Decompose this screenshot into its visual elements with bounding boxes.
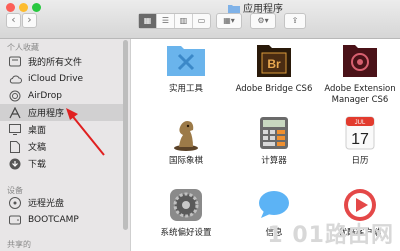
share-button[interactable]: ⇪ bbox=[284, 13, 306, 29]
app-label: Adobe Extension Manager CS6 bbox=[324, 84, 396, 105]
sidebar-item-label: 应用程序 bbox=[28, 109, 65, 119]
gear-icon: ⚙▾ bbox=[257, 16, 269, 25]
app-item-system-preferences[interactable]: 系统偏好设置 bbox=[139, 185, 233, 239]
app-item-calculator[interactable]: 计算器 bbox=[227, 113, 321, 167]
disk-icon bbox=[8, 214, 22, 226]
sidebar-item-bootcamp[interactable]: BOOTCAMP bbox=[0, 211, 123, 228]
window-title: 应用程序 bbox=[228, 0, 283, 15]
app-label: 系统偏好设置 bbox=[160, 228, 212, 238]
watermark-text: 1 01路由网 bbox=[267, 223, 394, 248]
back-icon: ‹ bbox=[11, 13, 16, 26]
zoom-button[interactable] bbox=[32, 3, 41, 12]
app-item-calendar[interactable]: JUL 17 日历 bbox=[313, 113, 400, 167]
icon-view-button[interactable]: ▦ bbox=[139, 14, 157, 28]
app-item-chess[interactable]: 国际象棋 bbox=[139, 113, 233, 167]
sidebar-item-downloads[interactable]: 下载 bbox=[0, 155, 123, 172]
sidebar-scrollbar[interactable] bbox=[123, 40, 128, 230]
app-label: Adobe Bridge CS6 bbox=[235, 84, 313, 94]
sidebar-item-remote-disc[interactable]: 远程光盘 bbox=[0, 194, 123, 211]
file-grid: 实用工具 Br Adobe Bridge CS6 Adobe Extension… bbox=[131, 39, 400, 251]
sidebar-item-desktop[interactable]: 桌面 bbox=[0, 121, 123, 138]
utilities-folder-icon bbox=[166, 41, 206, 81]
sidebar-item-label: BOOTCAMP bbox=[28, 214, 79, 225]
disc-icon bbox=[8, 196, 22, 209]
system-preferences-icon bbox=[166, 185, 206, 225]
window-title-label: 应用程序 bbox=[243, 4, 283, 15]
view-mode-segmented-control: ▦ ☰ ▥ ▭ bbox=[138, 13, 211, 29]
shared-section-title: 共享的 bbox=[7, 240, 31, 249]
calculator-icon bbox=[254, 113, 294, 153]
svg-text:17: 17 bbox=[351, 131, 369, 148]
downloads-icon bbox=[8, 158, 22, 170]
app-label: 国际象棋 bbox=[168, 156, 203, 166]
sidebar-item-label: 文稿 bbox=[28, 143, 47, 153]
applications-icon bbox=[8, 106, 22, 119]
calendar-icon: JUL 17 bbox=[340, 113, 380, 153]
sidebar-item-applications[interactable]: 应用程序 bbox=[0, 104, 123, 121]
adobe-extension-manager-icon bbox=[340, 41, 380, 81]
arrange-button[interactable]: ▦▾ bbox=[216, 13, 242, 29]
favorites-section-title: 个人收藏 bbox=[7, 43, 39, 52]
folder-icon bbox=[228, 4, 240, 13]
sidebar-item-all-files[interactable]: 我的所有文件 bbox=[0, 53, 123, 70]
app-label: 实用工具 bbox=[168, 84, 203, 94]
app-label: 日历 bbox=[351, 156, 369, 166]
app-item-adobe-bridge[interactable]: Br Adobe Bridge CS6 bbox=[227, 41, 321, 95]
svg-text:Br: Br bbox=[267, 57, 281, 71]
action-button[interactable]: ⚙▾ bbox=[250, 13, 276, 29]
cloud-icon bbox=[8, 73, 22, 85]
documents-icon bbox=[8, 140, 22, 153]
sidebar-item-label: 远程光盘 bbox=[28, 199, 65, 209]
chess-icon bbox=[166, 113, 206, 153]
all-files-icon bbox=[8, 56, 22, 68]
airdrop-icon bbox=[8, 90, 22, 102]
sidebar-item-label: AirDrop bbox=[28, 90, 63, 101]
finder-window: ‹ › ▦ ☰ ▥ ▭ ▦▾ ⚙▾ ⇪ 应用程序 个人收藏 我的所有文件 iCl… bbox=[0, 0, 400, 251]
app-item-utilities[interactable]: 实用工具 bbox=[139, 41, 233, 95]
share-icon: ⇪ bbox=[291, 16, 299, 25]
desktop-icon bbox=[8, 124, 22, 136]
sidebar-item-icloud-drive[interactable]: iCloud Drive bbox=[0, 70, 123, 87]
sidebar-item-label: 我的所有文件 bbox=[28, 58, 83, 68]
forward-icon: › bbox=[27, 13, 32, 26]
sidebar: 个人收藏 我的所有文件 iCloud Drive AirDrop 应用程序 桌面… bbox=[0, 39, 131, 251]
adobe-bridge-icon: Br bbox=[254, 41, 294, 81]
sidebar-item-label: iCloud Drive bbox=[28, 73, 84, 84]
back-button[interactable]: ‹ bbox=[6, 13, 21, 28]
svg-text:JUL: JUL bbox=[355, 120, 366, 126]
column-view-button[interactable]: ▥ bbox=[175, 14, 193, 28]
close-button[interactable] bbox=[6, 3, 15, 12]
sidebar-item-documents[interactable]: 文稿 bbox=[0, 138, 123, 155]
sidebar-item-label: 下载 bbox=[28, 160, 47, 170]
sidebar-item-label: 桌面 bbox=[28, 126, 47, 136]
list-view-button[interactable]: ☰ bbox=[157, 14, 175, 28]
app-label: 计算器 bbox=[261, 156, 287, 166]
arrange-icon: ▦▾ bbox=[223, 16, 235, 25]
sidebar-item-airdrop[interactable]: AirDrop bbox=[0, 87, 123, 104]
forward-button[interactable]: › bbox=[22, 13, 37, 28]
toolbar: ‹ › ▦ ☰ ▥ ▭ ▦▾ ⚙▾ ⇪ 应用程序 bbox=[0, 0, 400, 39]
minimize-button[interactable] bbox=[19, 3, 28, 12]
cover-flow-view-button[interactable]: ▭ bbox=[193, 14, 210, 28]
app-item-adobe-extension-manager[interactable]: Adobe Extension Manager CS6 bbox=[313, 41, 400, 106]
